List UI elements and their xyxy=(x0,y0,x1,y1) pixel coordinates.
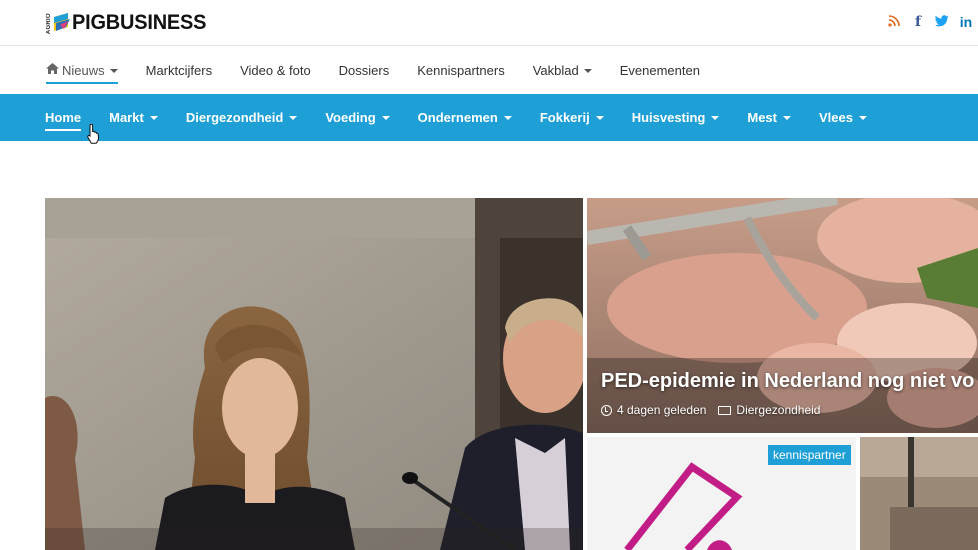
chevron-down-icon xyxy=(289,115,298,120)
main-nav: Home Markt Diergezondheid Voeding Ondern… xyxy=(0,94,978,141)
hand-cursor-icon xyxy=(87,124,100,144)
mainnav-item-vlees[interactable]: Vlees xyxy=(819,94,867,141)
mainnav-label: Ondernemen xyxy=(417,110,498,125)
logo-text: PIGBUSINESS xyxy=(72,11,207,34)
mainnav-label: Vlees xyxy=(819,110,853,125)
chevron-down-icon xyxy=(381,115,390,120)
mainnav-item-fokkerij[interactable]: Fokkerij xyxy=(540,94,604,141)
mainnav-label: Home xyxy=(45,110,82,125)
mainnav-label: Voeding xyxy=(325,110,376,125)
subnav-label: Dossiers xyxy=(338,63,390,78)
mainnav-label: Diergezondheid xyxy=(185,110,284,125)
social-links: f in xyxy=(882,14,978,30)
subnav-item-video-foto[interactable]: Video & foto xyxy=(240,47,311,94)
article-card-thumb[interactable] xyxy=(860,437,978,550)
article-card-featured[interactable]: PED-epidemie in Nederland nog niet vo 4 … xyxy=(587,198,978,433)
subnav-label: Evenementen xyxy=(619,63,700,78)
kennispartner-badge: kennispartner xyxy=(768,445,851,465)
chevron-down-icon xyxy=(711,115,720,120)
chevron-down-icon xyxy=(858,115,867,120)
mainnav-item-diergezondheid[interactable]: Diergezondheid xyxy=(186,94,298,141)
chevron-down-icon xyxy=(149,115,158,120)
hero-photo xyxy=(45,198,583,550)
home-icon xyxy=(46,47,59,94)
subnav-label: Vakblad xyxy=(532,63,579,78)
barn-photo xyxy=(860,437,978,550)
rss-icon[interactable] xyxy=(882,14,906,30)
linkedin-icon[interactable]: in xyxy=(954,14,978,30)
subnav-label: Nieuws xyxy=(62,63,105,78)
pigs-photo xyxy=(587,198,978,433)
secondary-nav: Nieuws Marktcijfers Video & foto Dossier… xyxy=(0,47,978,94)
mainnav-label: Huisvesting xyxy=(631,110,706,125)
mainnav-label: Markt xyxy=(109,110,144,125)
subnav-item-kennispartners[interactable]: Kennispartners xyxy=(417,47,504,94)
folder-icon xyxy=(718,405,732,415)
clock-icon xyxy=(601,404,612,416)
subnav-label: Kennispartners xyxy=(417,63,505,78)
mainnav-item-ondernemen[interactable]: Ondernemen xyxy=(418,94,512,141)
subnav-label: Marktcijfers xyxy=(145,63,213,78)
chevron-down-icon xyxy=(583,68,592,73)
twitter-icon[interactable] xyxy=(930,14,954,30)
site-logo[interactable]: AGRIO PIGBUSINESS xyxy=(46,11,213,35)
facebook-icon[interactable]: f xyxy=(906,14,930,30)
chevron-down-icon xyxy=(503,115,512,120)
logo-mark: AGRIO xyxy=(46,11,72,35)
logo-sub: AGRIO xyxy=(46,13,52,35)
mainnav-label: Fokkerij xyxy=(539,110,590,125)
article-time: 4 dagen geleden xyxy=(617,403,707,417)
mainnav-item-mest[interactable]: Mest xyxy=(747,94,791,141)
subnav-item-nieuws[interactable]: Nieuws xyxy=(46,47,118,94)
chevron-down-icon xyxy=(109,68,118,73)
article-category[interactable]: Diergezondheid xyxy=(736,403,820,417)
article-card-kennispartner[interactable]: kennispartner xyxy=(587,437,856,550)
logo-flag-icon xyxy=(54,13,70,31)
subnav-item-evenementen[interactable]: Evenementen xyxy=(620,47,700,94)
subnav-item-vakblad[interactable]: Vakblad xyxy=(533,47,592,94)
chevron-down-icon xyxy=(595,115,604,120)
hero-article-image[interactable] xyxy=(45,198,583,550)
top-header: AGRIO PIGBUSINESS f in xyxy=(0,0,978,46)
mainnav-item-home[interactable]: Home xyxy=(45,94,82,141)
subnav-item-marktcijfers[interactable]: Marktcijfers xyxy=(146,47,212,94)
mainnav-item-huisvesting[interactable]: Huisvesting xyxy=(632,94,720,141)
chevron-down-icon xyxy=(783,115,791,120)
subnav-item-dossiers[interactable]: Dossiers xyxy=(339,47,390,94)
article-meta: 4 dagen geleden Diergezondheid xyxy=(601,403,820,417)
subnav-label: Video & foto xyxy=(240,63,311,78)
mainnav-item-voeding[interactable]: Voeding xyxy=(325,94,390,141)
article-title[interactable]: PED-epidemie in Nederland nog niet vo xyxy=(601,370,974,393)
mainnav-item-markt[interactable]: Markt xyxy=(109,94,158,141)
mainnav-label: Mest xyxy=(747,110,777,125)
